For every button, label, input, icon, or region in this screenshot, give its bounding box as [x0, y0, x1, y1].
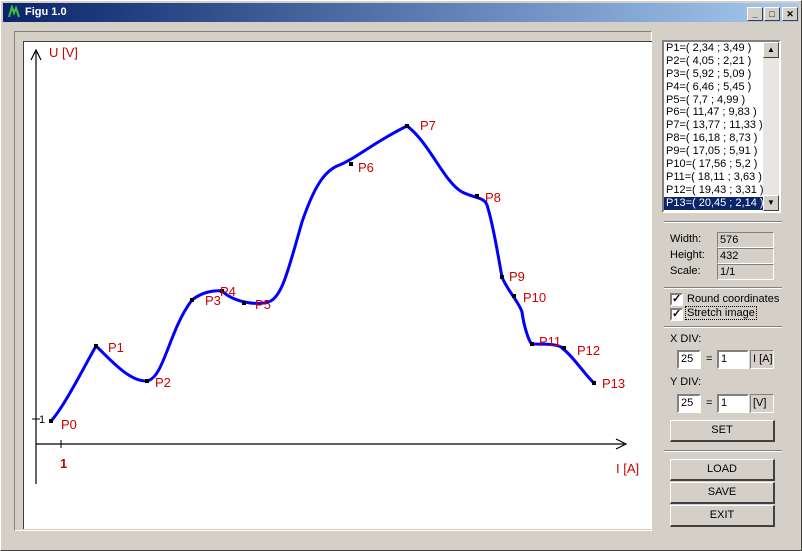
- list-item[interactable]: P5=( 7,7 ; 4,99 ): [664, 94, 779, 107]
- list-scrollbar[interactable]: ▲ ▼: [763, 42, 779, 211]
- scroll-up-button[interactable]: ▲: [763, 42, 779, 58]
- point-marker-p9: [500, 275, 504, 279]
- xdiv-unit: I [A]: [750, 350, 774, 369]
- xdiv-equals: =: [706, 353, 713, 365]
- app-icon: [8, 5, 20, 18]
- width-value: 576: [717, 232, 774, 248]
- arrow-down-icon: ▼: [767, 198, 775, 207]
- point-marker-p8: [475, 194, 479, 198]
- point-label: P4: [220, 284, 236, 299]
- list-item[interactable]: P10=( 17,56 ; 5,2 ): [664, 158, 779, 171]
- points-listbox[interactable]: P1=( 2,34 ; 3,49 ) P2=( 4,05 ; 2,21 ) P3…: [662, 40, 781, 213]
- point-marker-p5: [242, 301, 246, 305]
- ydiv-equals: =: [706, 397, 713, 409]
- ydiv-unit: [V]: [750, 394, 774, 413]
- graph-canvas[interactable]: 1 1 U [V] I [A] P0 P1 P2 P3 P4 P5 P6 P7 …: [23, 41, 652, 529]
- point-marker-p2: [145, 379, 149, 383]
- point-marker-p7: [405, 124, 409, 128]
- scale-value: 1/1: [717, 264, 774, 280]
- y-tick-label: 1: [39, 414, 45, 426]
- x-tick-label: 1: [60, 456, 67, 471]
- arrow-up-icon: ▲: [767, 45, 775, 54]
- stretch-image-label[interactable]: Stretch image: [685, 306, 757, 320]
- list-item[interactable]: P1=( 2,34 ; 3,49 ): [664, 42, 779, 55]
- scroll-down-button[interactable]: ▼: [763, 195, 779, 211]
- height-label: Height:: [670, 249, 705, 261]
- list-item[interactable]: P2=( 4,05 ; 2,21 ): [664, 55, 779, 68]
- close-icon: ✕: [786, 9, 794, 19]
- stretch-image-checkbox[interactable]: ✓: [670, 308, 683, 321]
- y-axis-label: U [V]: [49, 45, 78, 60]
- main-window: Figu 1.0 _ □ ✕ 1 1 U [V] I [A] P0 P1 P2 …: [0, 0, 802, 551]
- list-item[interactable]: P7=( 13,77 ; 11,33 ): [664, 119, 779, 132]
- point-label: P10: [523, 290, 546, 305]
- point-label: P12: [577, 343, 600, 358]
- list-item[interactable]: P9=( 17,05 ; 5,91 ): [664, 145, 779, 158]
- point-labels: P0 P1 P2 P3 P4 P5 P6 P7 P8 P9 P10 P11 P1…: [61, 118, 625, 432]
- list-item[interactable]: P6=( 11,47 ; 9,83 ): [664, 106, 779, 119]
- separator: [664, 221, 782, 223]
- point-marker-p1: [94, 344, 98, 348]
- list-item[interactable]: P12=( 19,43 ; 3,31 ): [664, 184, 779, 197]
- minimize-icon: _: [752, 9, 758, 19]
- check-icon: ✓: [672, 293, 682, 305]
- exit-button[interactable]: EXIT: [670, 505, 775, 527]
- point-label: P13: [602, 376, 625, 391]
- maximize-icon: □: [769, 9, 775, 19]
- point-marker-p12: [562, 346, 566, 350]
- point-label: P5: [255, 297, 271, 312]
- maximize-button[interactable]: □: [764, 7, 780, 21]
- xdiv-label: X DIV:: [670, 333, 702, 345]
- round-coordinates-checkbox[interactable]: ✓: [670, 293, 683, 306]
- round-coordinates-label[interactable]: Round coordinates: [687, 293, 779, 305]
- xdiv-value-input[interactable]: 1: [717, 350, 749, 369]
- save-button[interactable]: SAVE: [670, 482, 775, 504]
- list-item[interactable]: P8=( 16,18 ; 8,73 ): [664, 132, 779, 145]
- check-icon: ✓: [672, 308, 682, 320]
- width-label: Width:: [670, 233, 702, 245]
- ydiv-value-input[interactable]: 1: [717, 394, 749, 413]
- point-marker-p3: [190, 298, 194, 302]
- minimize-button[interactable]: _: [747, 7, 763, 21]
- point-label: P8: [485, 190, 501, 205]
- ydiv-label: Y DIV:: [670, 376, 702, 388]
- point-marker-p10: [512, 294, 516, 298]
- point-marker-p0: [49, 419, 53, 423]
- point-label: P6: [358, 160, 374, 175]
- point-label: P2: [155, 375, 171, 390]
- point-label: P3: [205, 293, 221, 308]
- ydiv-pixels-input[interactable]: 25: [677, 394, 701, 413]
- point-label: P1: [108, 340, 124, 355]
- graph-svg: 1 1 U [V] I [A] P0 P1 P2 P3 P4 P5 P6 P7 …: [30, 45, 639, 484]
- x-axis-label: I [A]: [616, 461, 639, 476]
- window-title: Figu 1.0: [25, 6, 67, 18]
- list-item-selected[interactable]: P13=( 20,45 ; 2,14 ): [664, 196, 779, 210]
- close-button[interactable]: ✕: [782, 7, 798, 21]
- point-label: P11: [539, 334, 561, 349]
- point-marker-p13: [592, 381, 596, 385]
- scale-label: Scale:: [670, 265, 701, 277]
- height-value: 432: [717, 248, 774, 264]
- list-item[interactable]: P4=( 6,46 ; 5,45 ): [664, 81, 779, 94]
- load-button[interactable]: LOAD: [670, 459, 775, 481]
- list-item[interactable]: P11=( 18,11 ; 3,63 ): [664, 171, 779, 184]
- point-label: P9: [509, 269, 525, 284]
- xdiv-pixels-input[interactable]: 25: [677, 350, 701, 369]
- list-item[interactable]: P3=( 5,92 ; 5,09 ): [664, 68, 779, 81]
- separator: [664, 450, 782, 452]
- point-label: P0: [61, 417, 77, 432]
- separator: [664, 326, 782, 328]
- title-bar[interactable]: Figu 1.0 _ □ ✕: [3, 3, 799, 22]
- point-marker-p6: [349, 162, 353, 166]
- set-button[interactable]: SET: [670, 420, 775, 442]
- point-marker-p11: [530, 342, 534, 346]
- point-label: P7: [420, 118, 436, 133]
- separator: [664, 287, 782, 289]
